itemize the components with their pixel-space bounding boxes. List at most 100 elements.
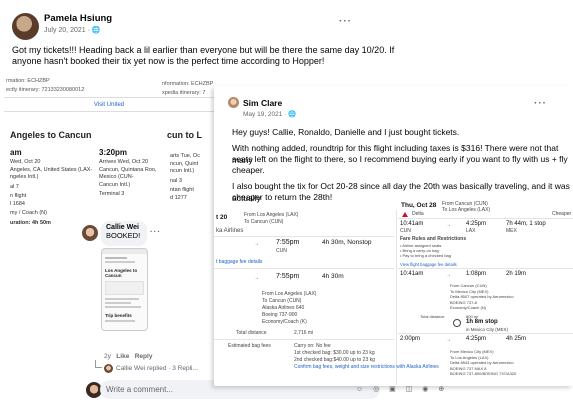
- photo-line: [105, 320, 135, 322]
- depart-time: 2:00pm: [400, 336, 421, 342]
- arrival-column: 3:20pm Arrives Wed, Oct 20 Cancun, Quint…: [99, 148, 167, 199]
- itinerary-screenshot[interactable]: rmation: ECHZBP ectly itinerary: 7213323…: [2, 69, 248, 229]
- depart-time: 10:41am: [400, 271, 424, 277]
- stop-code: MEX: [506, 228, 517, 234]
- return-city: ncun, Quint: [170, 160, 199, 167]
- layover-location: in Mexico City (MEX): [466, 327, 509, 332]
- comment-author[interactable]: Callie Wei: [106, 224, 142, 231]
- segment-flight: Delta 8543 operated by Aeromexico: [450, 360, 514, 365]
- reply-button[interactable]: Reply: [135, 353, 153, 360]
- phone-status-bar: [102, 249, 147, 254]
- layover-duration: 1h 8m stop: [466, 319, 498, 325]
- depart-time: 10:41am: [400, 221, 424, 227]
- comment-actions: 2y Like Reply: [104, 353, 152, 360]
- flight-from: From Los Angeles (LAX): [244, 212, 299, 218]
- flight-screenshot[interactable]: t 20 From Los Angeles (LAX) To Cancun (C…: [214, 201, 573, 385]
- clock-icon: [453, 319, 461, 327]
- post-text-line: cheaper to return the 28th!: [232, 192, 333, 202]
- arrival-code: CUN: [276, 248, 287, 254]
- fare-rule: • Pay to bring a checked bag: [400, 253, 451, 258]
- flight-duration: 7h 44m, 1 stop: [506, 221, 546, 227]
- divider: [214, 236, 394, 237]
- baggage-fee-link[interactable]: t baggage fee details: [216, 259, 262, 265]
- arrow-icon: →: [254, 275, 259, 281]
- flight-carrier: n flight: [10, 193, 27, 199]
- total-distance-label: Total distance: [420, 314, 445, 319]
- bag-fee-line: Carry on: No fee: [294, 343, 331, 349]
- bag-fees: Carry on: No fee 1st checked bag: $30.00…: [294, 343, 439, 371]
- post-menu-button[interactable]: ···: [534, 98, 547, 109]
- comment-tool-icons[interactable]: ☺ ◎ ▣ ◫ ◉ ⊕: [356, 385, 448, 393]
- phone-title: Los Angeles to Cancun: [105, 268, 138, 278]
- delta-logo-icon: [402, 212, 408, 217]
- baggage-fee-link[interactable]: View flight baggage fee details: [400, 262, 457, 267]
- cabin-class: my / Coach (N): [10, 210, 47, 216]
- visit-united-link[interactable]: Visit United: [4, 97, 214, 112]
- depart-terminal: al 7: [10, 183, 19, 190]
- photo-line: [105, 302, 131, 304]
- post-timestamp[interactable]: July 20, 2021 · 🌐: [44, 26, 101, 34]
- phone-subtitle: Trip benefits: [105, 313, 132, 318]
- segment-flight: Delta 8507 operated by Aeromexico: [450, 294, 514, 299]
- flight-date: Thu, Oct 28: [401, 202, 437, 209]
- post-menu-button[interactable]: ···: [339, 16, 352, 27]
- post-author[interactable]: Pamela Hsiung: [44, 13, 112, 24]
- airline: ka Airlines: [216, 228, 244, 234]
- divider: [398, 333, 573, 334]
- reply-avatar[interactable]: [104, 364, 113, 373]
- segment-to: To Cancun (CUN): [262, 298, 302, 304]
- itinerary-text: ectly itinerary: 72133230080012: [6, 87, 85, 93]
- flight-date: t 20: [216, 214, 228, 221]
- post-text-line: Hey guys! Callie, Ronaldo, Danielle and …: [232, 127, 460, 137]
- arrow-icon: →: [254, 241, 259, 247]
- arrival-date: Arrives Wed, Oct 20: [99, 159, 149, 165]
- total-distance-label: Total distance: [236, 330, 267, 336]
- departure-column: am Wed, Oct 20 Angeles, CA, United State…: [10, 148, 98, 227]
- commenter-avatar[interactable]: [82, 225, 98, 241]
- arrival-time: 7:55pm: [276, 273, 300, 280]
- avatar[interactable]: [12, 13, 39, 40]
- segment-aircraft: Boeing 737-900: [262, 312, 298, 318]
- photo-line: [105, 261, 135, 263]
- comment-menu-button[interactable]: ···: [150, 227, 161, 236]
- depart-city: Angeles, CA, United States (LAX-: [10, 166, 93, 173]
- post-timestamp[interactable]: May 19, 2021 · 🌐: [243, 110, 296, 118]
- fare-rules: Fare Rules and Restrictions • Airline-as…: [400, 236, 466, 258]
- depart-airport: ngeles Intl.): [10, 174, 39, 180]
- view-replies-link[interactable]: Callie Wei replied · 3 Repli...: [116, 365, 198, 372]
- bag-fee-confirm-link[interactable]: Confirm bag fees, weight and size restri…: [294, 364, 439, 371]
- photo-block: [105, 281, 144, 295]
- bag-fees-label: Estimated bag fees: [228, 343, 271, 349]
- arrival-time: 4:25pm: [466, 221, 487, 227]
- fare-rules-title: Fare Rules and Restrictions: [400, 236, 467, 242]
- return-terminal: nal 3: [170, 177, 182, 184]
- reply-thread-line: [95, 360, 102, 368]
- segment-details: From Cancun (CUN) To Mexico City (MEX) D…: [450, 283, 514, 311]
- return-airport: ncun Intl.): [170, 168, 195, 174]
- bag-fee-line: 2nd checked bag:$40.00 up to 23 kg: [294, 357, 375, 363]
- post-author[interactable]: Sim Clare: [243, 98, 282, 108]
- divider: [214, 268, 394, 269]
- confirmation-text: nformation: ECHZBP: [162, 81, 214, 87]
- segment-flight: Alaska Airlines 640: [262, 305, 305, 311]
- route-heading: Angeles to Cancun: [10, 130, 92, 140]
- arrival-city: Cancun, Quintana Roo, Mexico (CUN-: [99, 166, 157, 181]
- depart-time: am: [10, 148, 22, 157]
- segment-cabin: Economy/Coach (K): [262, 319, 307, 325]
- flight-duration: 2h 19m: [506, 271, 527, 277]
- segment-details: From Mexico City (MEX) To Los Angeles (L…: [450, 349, 516, 377]
- arrival-time: 7:55pm: [276, 239, 300, 246]
- depart-date: Wed, Oct 20: [10, 159, 41, 165]
- flight-to: To Cancun (CUN): [244, 219, 284, 225]
- like-button[interactable]: Like: [116, 353, 129, 360]
- avatar[interactable]: [228, 97, 239, 108]
- flight-duration: 4h 30m, Nonstop: [322, 239, 372, 246]
- post-sim: Sim Clare May 19, 2021 · 🌐 ··· Hey guys!…: [214, 86, 573, 386]
- photo-line: [105, 298, 139, 300]
- arrow-icon: →: [446, 337, 451, 343]
- confirmation-text: rmation: ECHZBP: [6, 78, 50, 84]
- arrival-time: 1:08pm: [466, 271, 487, 277]
- arrival-airport: Cancun Intl.): [99, 181, 131, 188]
- comment-photo[interactable]: Los Angeles to Cancun Trip benefits: [101, 248, 148, 331]
- return-carrier: ntan flight: [170, 187, 194, 193]
